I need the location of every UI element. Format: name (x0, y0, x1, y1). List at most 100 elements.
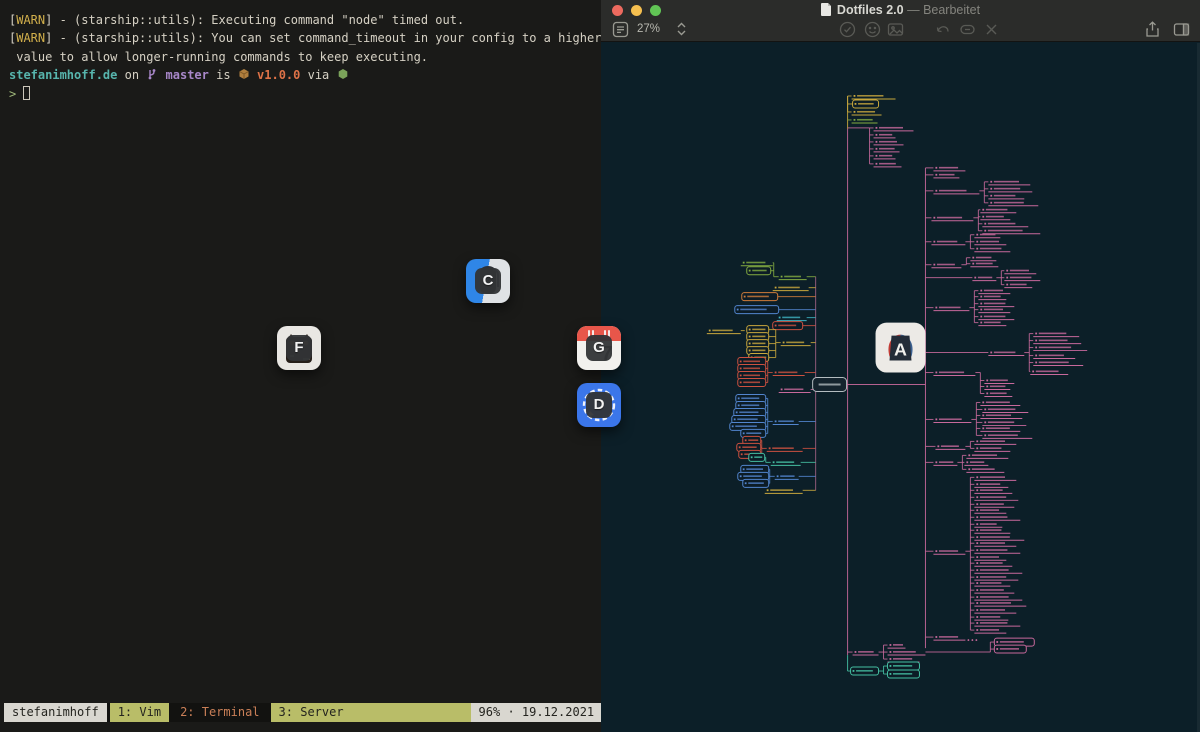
tmux-segment[interactable]: 3: Server (271, 703, 471, 722)
fold-node-icon[interactable] (959, 21, 976, 38)
mindmap-node[interactable] (970, 263, 998, 267)
mindmap-node[interactable] (974, 509, 1006, 513)
mindmap-node[interactable] (888, 662, 920, 670)
mindmap-node[interactable] (974, 503, 1014, 507)
mindmap-node[interactable] (974, 556, 1006, 560)
mindmap-node[interactable] (972, 277, 996, 281)
mindmap-node[interactable] (974, 529, 1010, 533)
app-icon-c[interactable]: C (466, 259, 510, 303)
zoom-stepper[interactable] (676, 20, 687, 38)
mindmap-node[interactable] (974, 447, 1010, 451)
mindmap-node[interactable] (935, 445, 965, 449)
mindmap-node[interactable] (853, 651, 879, 655)
mindmap-node[interactable] (974, 489, 1012, 493)
mindmap-node[interactable] (978, 322, 1006, 326)
mindmap-node[interactable] (982, 223, 1028, 227)
mindmap-node[interactable] (852, 119, 878, 123)
mindmap-root-image[interactable]: A (876, 323, 926, 373)
mindmap-node[interactable] (888, 670, 920, 678)
app-icon-d[interactable]: D (577, 383, 621, 427)
mindmap-node[interactable] (1033, 355, 1075, 359)
mindmap-node[interactable] (974, 516, 1020, 520)
share-icon[interactable] (1144, 21, 1161, 38)
mindmap-node[interactable] (974, 596, 1022, 600)
mindmap-node[interactable] (978, 309, 1010, 313)
mindmap-node[interactable] (1030, 371, 1068, 375)
mindmap-node[interactable] (852, 95, 896, 99)
mindmap-node[interactable] (974, 440, 1016, 444)
mindmap-node[interactable] (853, 100, 879, 108)
mindmap-node[interactable] (874, 127, 914, 131)
mindmap-node[interactable] (978, 316, 1014, 320)
mindmap-node[interactable] (773, 420, 799, 424)
mindmap-node[interactable] (765, 489, 803, 493)
mindmap-node[interactable] (874, 155, 896, 159)
sidebar-toggle-icon[interactable] (1173, 21, 1190, 38)
undo-icon[interactable] (934, 21, 951, 38)
app-icon-g[interactable]: 7 G (577, 326, 621, 370)
outline-toggle-icon[interactable] (612, 21, 629, 38)
mindmap-node[interactable] (851, 667, 879, 675)
mindmap-node[interactable] (771, 461, 801, 465)
mindmap-node[interactable] (974, 569, 1022, 573)
mindmap-node[interactable] (982, 408, 1028, 412)
mindmap-node[interactable] (781, 342, 811, 346)
sticker-icon[interactable] (864, 21, 881, 38)
mindmap-node[interactable] (970, 257, 996, 261)
mindmap-node[interactable] (888, 644, 906, 648)
mindmap-node[interactable] (974, 536, 1024, 540)
image-icon[interactable] (887, 21, 904, 38)
mindmap-node[interactable] (974, 483, 1008, 487)
mindmap-node[interactable] (974, 609, 1016, 613)
mindmap-node[interactable] (779, 276, 807, 280)
mindmap-node[interactable] (980, 414, 1022, 418)
mindmap-node[interactable] (994, 645, 1026, 653)
mindmap-node[interactable] (988, 352, 1024, 356)
mindmap-node[interactable] (888, 658, 920, 662)
mindmap-node[interactable] (931, 241, 965, 245)
mindmap-node[interactable] (773, 322, 803, 330)
mindmap-node[interactable] (933, 307, 969, 311)
mindmap-node[interactable] (777, 317, 807, 321)
mindmap-node[interactable] (980, 216, 1010, 220)
mindmap-node[interactable] (773, 287, 809, 291)
mindmap-node[interactable] (933, 372, 975, 376)
mindmap-node[interactable] (933, 190, 979, 194)
mindmap-node[interactable] (933, 636, 965, 640)
mindmap-node[interactable] (931, 217, 973, 221)
tmux-segment[interactable]: 1: Vim (110, 703, 169, 722)
mindmap-node[interactable] (978, 296, 1006, 300)
mindmap-node[interactable] (988, 195, 1024, 199)
mindmap-node[interactable] (982, 230, 1040, 234)
mindmap-node[interactable] (874, 134, 896, 138)
mindmap-node[interactable] (775, 475, 799, 479)
mindmap-canvas[interactable]: A (601, 43, 1200, 732)
mindmap-node[interactable] (933, 174, 959, 178)
mindmap-node[interactable] (966, 468, 1004, 472)
mindmap-node[interactable] (982, 421, 1026, 425)
tmux-segment[interactable]: stefanimhoff (4, 703, 107, 722)
mindmap-node[interactable] (767, 447, 803, 451)
mindmap-node[interactable] (984, 380, 1014, 384)
mindmap-node[interactable] (779, 388, 811, 392)
mindmap-node[interactable] (974, 616, 1008, 620)
mindmap-node[interactable] (931, 264, 961, 268)
mindmap-node[interactable] (974, 476, 1016, 480)
mindmap-node[interactable] (738, 379, 766, 387)
mindmap-node[interactable] (874, 163, 902, 167)
mindmap-node[interactable] (874, 141, 904, 145)
mindmap-node[interactable] (1004, 277, 1040, 281)
mindmap-node[interactable] (974, 248, 1010, 252)
tmux-segment[interactable]: 2: Terminal (172, 703, 267, 722)
mindmap-node[interactable] (982, 434, 1032, 438)
mindmap-node[interactable] (974, 582, 1010, 586)
mindmap-node[interactable] (1004, 284, 1032, 288)
mindmap-node[interactable] (773, 372, 805, 376)
mindmap-node[interactable] (933, 461, 957, 465)
mindmap-node[interactable] (747, 267, 771, 275)
mindmap-node[interactable] (980, 209, 1016, 213)
mindmap-node[interactable] (984, 392, 1012, 396)
mindmap-node[interactable] (974, 542, 1016, 546)
mindmap-node[interactable] (933, 418, 971, 422)
mindmap-node[interactable] (974, 234, 1000, 238)
